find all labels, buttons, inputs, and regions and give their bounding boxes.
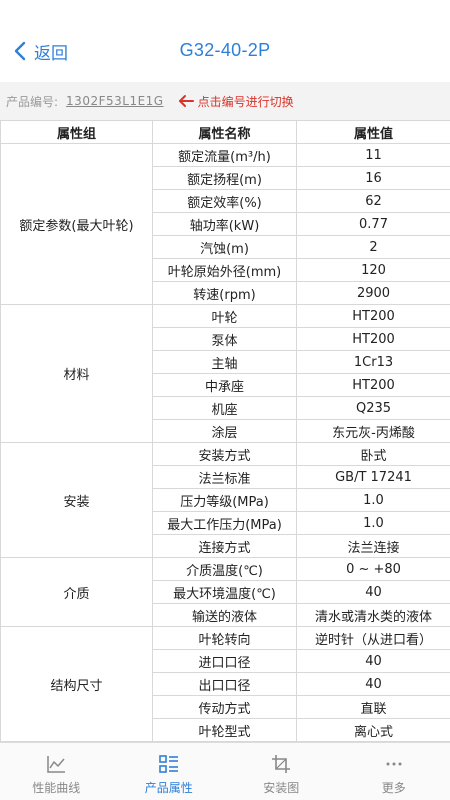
attribute-name-cell: 叶轮转向 [152, 626, 297, 650]
list-icon [158, 755, 178, 773]
tab-label: 更多 [381, 781, 406, 795]
table-body: 额定参数(最大叶轮) 额定流量(m³/h) 11 额定扬程(m) 16 额定效率(%) 62… [0, 143, 450, 742]
attribute-value-cell: 2 [296, 235, 450, 259]
attribute-name-cell: 压力等级(MPa) [152, 488, 297, 512]
attribute-value-cell: 0.77 [296, 212, 450, 236]
tab-label: 产品属性 [144, 781, 193, 795]
header: 返回 G32-40-2P [0, 0, 450, 82]
page-title: G32-40-2P [179, 40, 271, 60]
attribute-value-cell: Q235 [296, 396, 450, 420]
attribute-name-cell: 涂层 [152, 419, 297, 443]
attribute-name-cell: 泵体 [152, 327, 297, 351]
attribute-name-cell: 介质温度(℃) [152, 557, 297, 581]
attribute-name-cell: 最大工作压力(MPa) [152, 511, 297, 535]
tab-installation-drawing[interactable]: 安装图 [225, 743, 338, 800]
attribute-value-cell: 卧式 [296, 442, 450, 466]
attribute-name-cell: 主轴 [152, 350, 297, 374]
crop-icon [272, 755, 291, 773]
attribute-value-cell: 0 ~ +80 [296, 557, 450, 581]
attribute-value-cell: HT200 [296, 304, 450, 328]
tab-performance-curve[interactable]: 性能曲线 [0, 743, 113, 800]
attributes-table: 属性组 属性名称 属性值 额定参数(最大叶轮) 额定流量(m³/h) 11 额定扬程(… [0, 120, 450, 742]
attribute-value-cell: 1.0 [296, 511, 450, 535]
attribute-name-cell: 转速(rpm) [152, 281, 297, 305]
attribute-name-cell: 叶轮原始外径(mm) [152, 258, 297, 282]
attribute-name-cell: 传动方式 [152, 695, 297, 719]
attribute-name-cell: 汽蚀(m) [152, 235, 297, 259]
attribute-value-cell: 40 [296, 580, 450, 604]
tab-label: 安装图 [263, 781, 300, 795]
attribute-value-cell: 11 [296, 143, 450, 167]
attribute-name-cell: 机座 [152, 396, 297, 420]
product-code-link[interactable]: 1302F53L1E1G [66, 94, 164, 108]
attribute-value-cell: 法兰连接 [296, 534, 450, 558]
table-row: 介质 介质温度(℃) 0 ~ +80 [0, 557, 450, 627]
tab-label: 性能曲线 [32, 781, 81, 795]
attribute-name-cell: 进口口径 [152, 649, 297, 673]
attribute-group-cell: 安装 [0, 442, 153, 558]
attribute-value-cell: 62 [296, 189, 450, 213]
bottom-tab-bar: 性能曲线 产品属性 安装图 更多 [0, 742, 450, 800]
attribute-value-cell: 离心式 [296, 718, 450, 742]
attribute-value-cell: 东元灰-丙烯酸 [296, 419, 450, 443]
tab-more[interactable]: 更多 [338, 743, 450, 800]
tab-product-attributes[interactable]: 产品属性 [113, 743, 226, 800]
attribute-value-cell: 1.0 [296, 488, 450, 512]
switch-hint: 点击编号进行切换 [197, 94, 294, 109]
header-attr-value: 属性值 [296, 120, 450, 144]
attribute-group-cell: 材料 [0, 304, 153, 443]
table-header-row: 属性组 属性名称 属性值 [0, 120, 450, 144]
attribute-value-cell: GB/T 17241 [296, 465, 450, 489]
table-row: 安装 安装方式 卧式 [0, 442, 450, 558]
attribute-value-cell: 16 [296, 166, 450, 190]
attribute-name-cell: 最大环境温度(℃) [152, 580, 297, 604]
attribute-value-cell: 40 [296, 672, 450, 696]
attribute-value-cell: 清水或清水类的液体 [296, 603, 450, 627]
table-row: 结构尺寸 叶轮转向 逆时针（从进口看） [0, 626, 450, 742]
attribute-name-cell: 叶轮型式 [152, 718, 297, 742]
product-code-label: 产品编号: [6, 94, 59, 109]
attribute-name-cell: 中承座 [152, 373, 297, 397]
header-attr-name: 属性名称 [152, 120, 297, 144]
table-row: 材料 叶轮 HT200 [0, 304, 450, 443]
attribute-name-cell: 额定流量(m³/h) [152, 143, 297, 167]
attribute-group-cell: 结构尺寸 [0, 626, 153, 742]
attribute-value-cell: 直联 [296, 695, 450, 719]
attribute-value-cell: 2900 [296, 281, 450, 305]
attribute-name-cell: 安装方式 [152, 442, 297, 466]
attribute-value-cell: 120 [296, 258, 450, 282]
attribute-value-cell: 逆时针（从进口看） [296, 626, 450, 650]
attribute-value-cell: 40 [296, 649, 450, 673]
attribute-group-cell: 介质 [0, 557, 153, 627]
product-code-bar: 产品编号: 1302F53L1E1G 点击编号进行切换 [0, 82, 450, 120]
attribute-name-cell: 输送的液体 [152, 603, 297, 627]
attributes-table-container[interactable]: 属性组 属性名称 属性值 额定参数(最大叶轮) 额定流量(m³/h) 11 额定扬程(… [0, 120, 450, 742]
attribute-name-cell: 轴功率(kW) [152, 212, 297, 236]
attribute-name-cell: 叶轮 [152, 304, 297, 328]
attribute-value-cell: HT200 [296, 327, 450, 351]
attribute-value-cell: HT200 [296, 373, 450, 397]
attribute-name-cell: 连接方式 [152, 534, 297, 558]
header-group: 属性组 [0, 120, 153, 144]
table-row: 额定参数(最大叶轮) 额定流量(m³/h) 11 [0, 143, 450, 305]
attribute-name-cell: 额定扬程(m) [152, 166, 297, 190]
attribute-value-cell: 1Cr13 [296, 350, 450, 374]
more-dots-icon [386, 762, 402, 766]
chart-line-icon [47, 756, 66, 773]
attribute-group-cell: 额定参数(最大叶轮) [0, 143, 153, 305]
arrow-left-icon [178, 95, 194, 107]
attribute-name-cell: 法兰标准 [152, 465, 297, 489]
attribute-name-cell: 出口口径 [152, 672, 297, 696]
attribute-name-cell: 额定效率(%) [152, 189, 297, 213]
